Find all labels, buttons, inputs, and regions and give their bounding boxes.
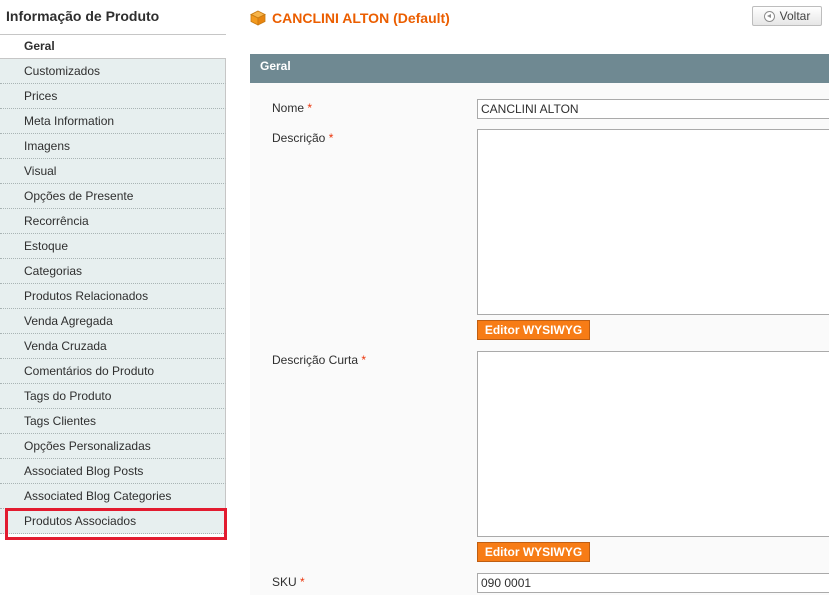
short-description-label: Descrição Curta *	[272, 353, 366, 367]
sidebar-title: Informação de Produto	[0, 0, 226, 35]
tab-list: Geral Customizados Prices Meta Information I…	[0, 35, 226, 534]
tab-categorias[interactable]: Categorias	[0, 259, 226, 284]
required-mark: *	[361, 353, 367, 367]
tab-imagens[interactable]: Imagens	[0, 134, 226, 159]
short-description-textarea[interactable]	[477, 351, 829, 537]
page-title: CANCLINI ALTON (Default)	[250, 10, 450, 26]
back-button-label: Voltar	[779, 9, 811, 23]
tab-estoque[interactable]: Estoque	[0, 234, 226, 259]
tab-meta-information[interactable]: Meta Information	[0, 109, 226, 134]
back-arrow-icon	[763, 10, 775, 22]
name-input[interactable]	[477, 99, 829, 119]
tab-tags-do-produto[interactable]: Tags do Produto	[0, 384, 226, 409]
name-label-text: Nome	[272, 101, 305, 115]
name-label: Nome *	[272, 101, 312, 115]
tab-opcoes-de-presente[interactable]: Opções de Presente	[0, 184, 226, 209]
tab-comentarios-do-produto[interactable]: Comentários do Produto	[0, 359, 226, 384]
description-textarea[interactable]	[477, 129, 829, 315]
tab-visual[interactable]: Visual	[0, 159, 226, 184]
tab-venda-cruzada[interactable]: Venda Cruzada	[0, 334, 226, 359]
sku-label-text: SKU	[272, 575, 297, 589]
section-header: Geral	[250, 54, 829, 83]
tab-produtos-associados[interactable]: Produtos Associados	[0, 509, 226, 534]
page-title-text: CANCLINI ALTON (Default)	[272, 10, 450, 26]
general-form: Nome * Descrição * Editor WYSIWYG Descri…	[250, 83, 829, 595]
description-label-text: Descrição	[272, 131, 326, 145]
description-label: Descrição *	[272, 131, 333, 145]
tab-tags-clientes[interactable]: Tags Clientes	[0, 409, 226, 434]
description-wysiwyg-button[interactable]: Editor WYSIWYG	[477, 320, 590, 340]
product-info-sidebar: Informação de Produto Geral Customizados P…	[0, 0, 226, 595]
tab-associated-blog-categories[interactable]: Associated Blog Categories	[0, 484, 226, 509]
tab-prices[interactable]: Prices	[0, 84, 226, 109]
main-content: CANCLINI ALTON (Default) Voltar Geral No…	[250, 0, 829, 595]
tab-geral[interactable]: Geral	[0, 35, 226, 59]
tab-venda-agregada[interactable]: Venda Agregada	[0, 309, 226, 334]
sku-label: SKU *	[272, 575, 305, 589]
required-mark: *	[300, 575, 305, 589]
back-button[interactable]: Voltar	[752, 6, 822, 26]
page-header: CANCLINI ALTON (Default) Voltar	[250, 0, 829, 40]
short-description-label-text: Descrição Curta	[272, 353, 359, 367]
required-mark: *	[307, 101, 313, 115]
tab-opcoes-personalizadas[interactable]: Opções Personalizadas	[0, 434, 226, 459]
short-description-wysiwyg-button[interactable]: Editor WYSIWYG	[477, 542, 590, 562]
required-mark: *	[328, 131, 334, 145]
sku-input[interactable]	[477, 573, 829, 593]
tab-customizados[interactable]: Customizados	[0, 59, 226, 84]
tab-produtos-relacionados[interactable]: Produtos Relacionados	[0, 284, 226, 309]
tab-associated-blog-posts[interactable]: Associated Blog Posts	[0, 459, 226, 484]
product-box-icon	[250, 10, 266, 26]
tab-recorrencia[interactable]: Recorrência	[0, 209, 226, 234]
